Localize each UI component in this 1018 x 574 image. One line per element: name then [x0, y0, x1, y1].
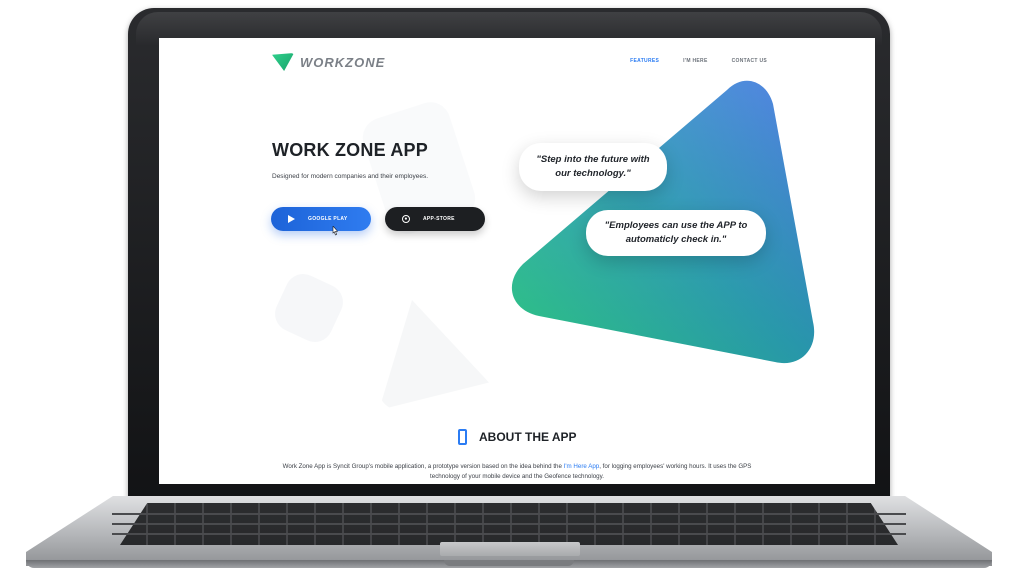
keyboard-row — [112, 533, 906, 535]
app-store-label: APP-STORE — [423, 216, 455, 222]
brand-logo[interactable]: WORKZONE — [272, 53, 385, 71]
nav-item-contact-us[interactable]: CONTACT US — [732, 58, 767, 64]
quote-bubble-future: "Step into the future with our technolog… — [519, 143, 667, 191]
brand-name: WORKZONE — [300, 54, 386, 70]
nav-item-features[interactable]: FEATURES — [630, 58, 659, 64]
app-store-button[interactable]: ● APP-STORE — [385, 207, 485, 231]
laptop-trackpad — [440, 542, 580, 556]
im-here-app-link[interactable]: I'm Here App — [564, 463, 600, 470]
background-shape — [379, 300, 489, 410]
nav-item-im-here[interactable]: I'M HERE — [683, 58, 707, 64]
top-nav: FEATURES I'M HERE CONTACT US — [630, 58, 767, 64]
about-title: ABOUT THE APP — [479, 430, 577, 444]
keyboard-row — [112, 523, 906, 525]
mouse-cursor-icon — [332, 226, 339, 236]
hero-title: WORK ZONE APP — [272, 140, 428, 160]
google-play-button[interactable]: GOOGLE PLAY — [271, 207, 371, 231]
play-icon — [288, 215, 295, 223]
quote-bubble-check-in: "Employees can use the APP to automaticl… — [586, 210, 766, 256]
apple-icon: ● — [402, 215, 410, 223]
about-text-start: Work Zone App is Syncit Group's mobile a… — [282, 463, 564, 470]
laptop-notch — [444, 560, 574, 566]
background-shape — [269, 268, 349, 348]
keyboard-row — [112, 513, 906, 515]
about-text: Work Zone App is Syncit Group's mobile a… — [277, 462, 757, 481]
logo-icon — [272, 53, 294, 71]
hero-subtitle: Designed for modern companies and their … — [272, 173, 429, 180]
google-play-label: GOOGLE PLAY — [308, 216, 348, 222]
laptop-screen: WORKZONE FEATURES I'M HERE CONTACT US WO… — [159, 38, 875, 484]
smartphone-icon — [458, 429, 467, 445]
